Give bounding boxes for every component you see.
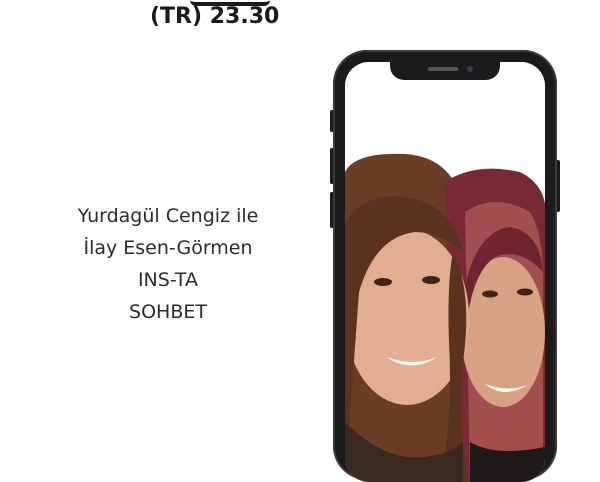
caption-line-3: INS-TA [137, 269, 199, 291]
phone-screen [345, 62, 545, 482]
portrait-photo-icon [345, 62, 545, 482]
caption-line-2: İlay Esen-Görmen [83, 237, 253, 259]
caption-line-4: SOHBET [129, 301, 207, 323]
caption-line-1: Yurdagül Cengiz ile [77, 205, 259, 227]
phone-camera-icon [467, 66, 473, 72]
header-time: (TR) 23.30 [150, 4, 280, 29]
caption-block: Yurdagül Cengiz ile İlay Esen-Görmen INS… [48, 200, 288, 328]
phone-speaker-icon [428, 67, 458, 71]
